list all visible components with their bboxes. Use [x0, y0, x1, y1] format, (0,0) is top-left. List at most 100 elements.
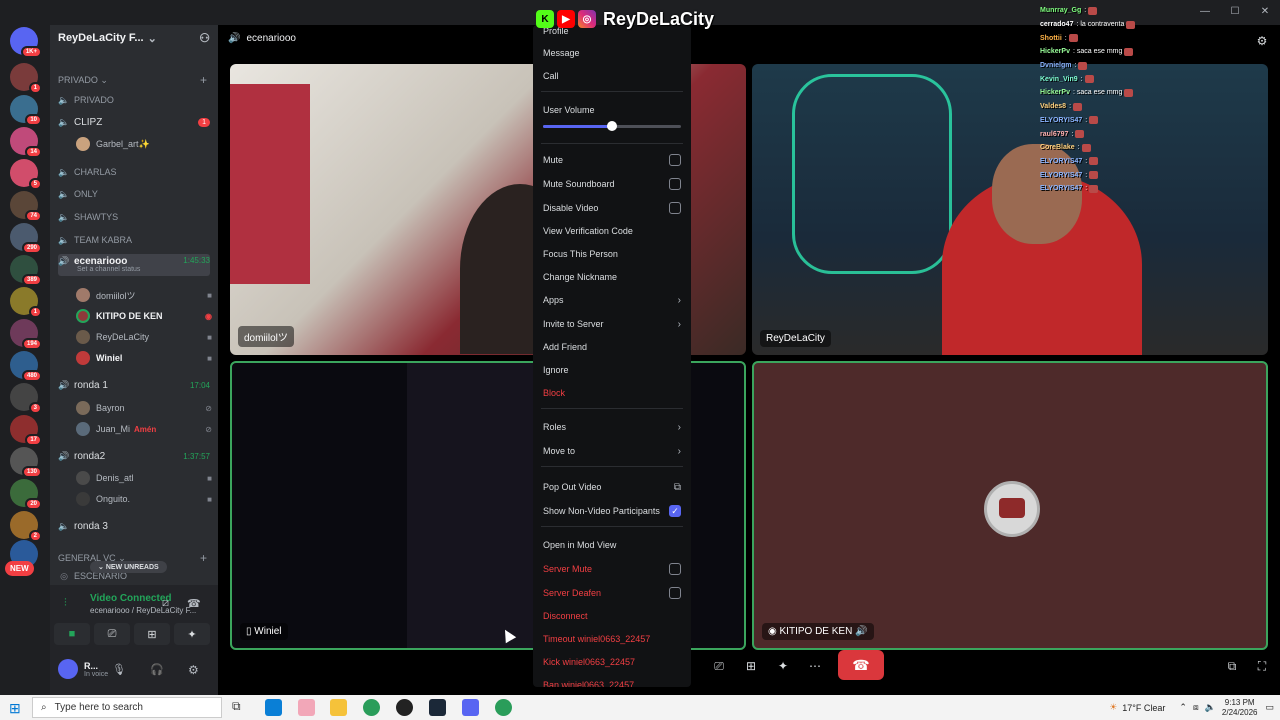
server-icon[interactable]: 10 [10, 95, 42, 126]
server-icon[interactable]: 3 [10, 383, 42, 414]
obs-icon[interactable] [396, 699, 413, 716]
menu-move-to[interactable]: Move to › [543, 442, 681, 460]
menu-pop-out[interactable]: Pop Out Video ⧉ [543, 478, 681, 496]
server-icon[interactable]: 480 [10, 351, 42, 382]
channel-shawtys[interactable]: 🔈 SHAWTYS [58, 209, 210, 225]
menu-show-non-video[interactable]: Show Non-Video Participants ✓ [543, 502, 681, 520]
voice-user[interactable]: KITIPO DE KEN ◉ [76, 307, 212, 325]
menu-ban[interactable]: Ban winiel0663_22457 [543, 676, 681, 687]
noise-suppression-icon[interactable]: ⧄ [162, 597, 169, 610]
menu-mod-view[interactable]: Open in Mod View [543, 536, 681, 554]
windows-start-icon[interactable]: ⊞ [9, 700, 21, 717]
checkbox[interactable] [669, 154, 681, 166]
soundboard-button[interactable]: ✦ [769, 654, 797, 678]
screen-share-button[interactable]: ⎚ [94, 623, 130, 645]
channel-clipz[interactable]: 🔈 CLIPZ 1 [58, 114, 210, 130]
fullscreen-icon[interactable]: ⛶ [1248, 654, 1276, 678]
chrome-icon[interactable] [495, 699, 512, 716]
menu-ignore[interactable]: Ignore [543, 361, 681, 379]
menu-server-mute[interactable]: Server Mute [543, 560, 681, 578]
taskbar-search[interactable]: ⌕ Type here to search [32, 697, 222, 718]
checkbox[interactable] [669, 202, 681, 214]
channel-ronda-1[interactable]: 🔊 ronda 1 17:04 [58, 377, 210, 393]
voice-user[interactable]: Onguito. ■ [76, 490, 212, 508]
channel-status[interactable]: Set a channel status [77, 266, 140, 273]
disconnect-icon[interactable]: ☎ [187, 597, 201, 610]
voice-user[interactable]: Winiel ■ [76, 349, 212, 367]
clock[interactable]: 9:13 PM 2/24/2026 [1222, 698, 1258, 718]
volume-icon[interactable]: 🔈 [1205, 702, 1216, 713]
close-button[interactable]: ✕ [1250, 6, 1280, 17]
menu-server-deafen[interactable]: Server Deafen [543, 584, 681, 602]
menu-apps[interactable]: Apps › [543, 291, 681, 309]
inbox-icon[interactable]: ⚙ [1248, 29, 1276, 53]
current-user[interactable]: R... In voice [58, 659, 108, 679]
new-pill[interactable]: NEW [5, 561, 34, 576]
server-header[interactable]: ReyDeLaCity F... ⌄ ⚇ [50, 25, 218, 51]
server-icon[interactable]: 5 [10, 159, 42, 190]
invite-icon[interactable]: ⚇ [199, 31, 210, 45]
server-icon[interactable]: 389 [10, 255, 42, 286]
channel-privado[interactable]: 🔈 PRIVADO [58, 92, 210, 108]
channel-only[interactable]: 🔈 ONLY [58, 186, 210, 202]
checkbox[interactable] [669, 563, 681, 575]
weather-text[interactable]: 17°F Clear [1122, 703, 1165, 713]
server-icon[interactable]: 2 [10, 511, 42, 542]
menu-invite[interactable]: Invite to Server › [543, 315, 681, 333]
menu-roles[interactable]: Roles › [543, 418, 681, 436]
server-icon[interactable]: 14 [10, 127, 42, 158]
activities-button[interactable]: ⊞ [134, 623, 170, 645]
menu-message[interactable]: Message [543, 44, 681, 62]
server-icon[interactable]: 130 [10, 447, 42, 478]
server-icon[interactable]: 1 [10, 287, 42, 318]
new-unreads-pill[interactable]: ⌄ NEW UNREADS [90, 561, 167, 573]
menu-block[interactable]: Block [543, 384, 681, 402]
add-channel-icon[interactable]: + [200, 551, 207, 565]
video-tile[interactable]: ◉ KITIPO DE KEN 🔊 [752, 361, 1268, 650]
volume-knob[interactable] [607, 121, 617, 131]
popout-icon[interactable]: ⧉ [1218, 654, 1246, 678]
voice-user[interactable]: Juan_Mi Amén ⊘ [76, 420, 212, 438]
microphone-icon[interactable]: 🎙 [112, 663, 126, 676]
server-icon[interactable]: 290 [10, 223, 42, 254]
signal-icon[interactable]: ⫶ [64, 597, 67, 610]
channel-ronda2[interactable]: 🔊 ronda2 1:37:57 [58, 448, 210, 464]
edge-icon[interactable] [265, 699, 282, 716]
server-icon[interactable]: 194 [10, 319, 42, 350]
voice-status[interactable]: Video Connected [90, 593, 172, 604]
voice-user[interactable]: Bayron ⊘ [76, 399, 212, 417]
voice-user[interactable]: Garbel_art✨ [76, 135, 212, 153]
checkbox[interactable] [669, 587, 681, 599]
voice-user[interactable]: domiilolツ ■ [76, 286, 212, 304]
voice-user[interactable]: ReyDeLaCity ■ [76, 328, 212, 346]
screen-share-button[interactable]: ⎚ [705, 654, 733, 678]
discord-home-icon[interactable]: 1K+ [10, 27, 42, 58]
channel-team-kabra[interactable]: 🔈 TEAM KABRA [58, 232, 210, 248]
user-volume-slider[interactable] [543, 121, 681, 131]
voice-user[interactable]: Denis_atl ■ [76, 469, 212, 487]
menu-disable-video[interactable]: Disable Video [543, 199, 681, 217]
menu-change-nickname[interactable]: Change Nickname [543, 268, 681, 286]
checkbox[interactable] [669, 178, 681, 190]
file-explorer-icon[interactable] [330, 699, 347, 716]
camera-button[interactable]: ■ [54, 623, 90, 645]
notifications-icon[interactable]: ▭ [1265, 702, 1274, 713]
channel-ecenariooo[interactable]: 🔊 ecenariooo 1:45:33 Set a channel statu… [58, 254, 210, 276]
task-view-icon[interactable]: ⧉ [232, 699, 249, 716]
soundboard-button[interactable]: ✦ [174, 623, 210, 645]
activities-button[interactable]: ⊞ [737, 654, 765, 678]
discord-icon[interactable] [462, 699, 479, 716]
menu-disconnect[interactable]: Disconnect [543, 607, 681, 625]
add-channel-icon[interactable]: + [200, 73, 207, 87]
chrome-icon[interactable] [363, 699, 380, 716]
headphones-icon[interactable]: 🎧 [150, 663, 164, 676]
channel-charlas[interactable]: 🔈 CHARLAS [58, 164, 210, 180]
menu-add-friend[interactable]: Add Friend [543, 338, 681, 356]
server-icon[interactable]: 74 [10, 191, 42, 222]
checkbox-checked[interactable]: ✓ [669, 505, 681, 517]
server-icon[interactable]: 1 [10, 63, 42, 94]
gear-icon[interactable]: ⚙ [188, 663, 199, 677]
menu-mute-soundboard[interactable]: Mute Soundboard [543, 175, 681, 193]
channel-ronda-3[interactable]: 🔈 ronda 3 [58, 518, 210, 534]
server-icon[interactable]: 17 [10, 415, 42, 446]
